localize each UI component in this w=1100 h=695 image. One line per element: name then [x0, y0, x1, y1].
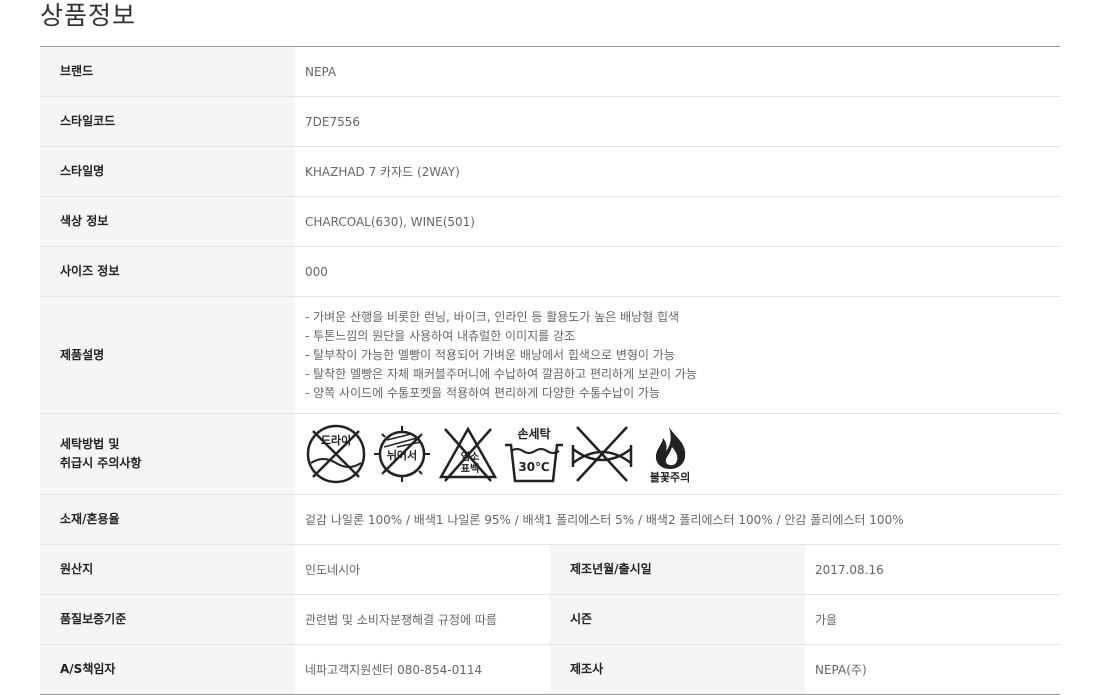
row-label: 스타일명	[40, 146, 295, 197]
row-value: 가을	[805, 594, 1060, 645]
row-label: 제조사	[550, 644, 805, 695]
svg-text:염소: 염소	[461, 451, 479, 463]
table-row-description: 제품설명 - 가벼운 산행을 비롯한 런닝, 바이크, 인라인 등 활용도가 높…	[40, 296, 1060, 414]
table-row-as: A/S책임자 네파고객지원센터 080-854-0114 제조사 NEPA(주)	[40, 644, 1060, 695]
row-label: 색상 정보	[40, 196, 295, 247]
description-line: - 탈착한 멜빵은 자체 패커블주머니에 수납하여 깔끔하고 편리하게 보관이 …	[305, 366, 697, 381]
table-row-style-code: 스타일코드 7DE7556	[40, 96, 1060, 147]
care-label-line: 취급시 주의사항	[60, 456, 142, 470]
table-row-size: 사이즈 정보 000	[40, 246, 1060, 297]
row-label: 제조년월/출시일	[550, 544, 805, 595]
table-row-color: 색상 정보 CHARCOAL(630), WINE(501)	[40, 196, 1060, 247]
row-label: 세탁방법 및 취급시 주의사항	[40, 413, 295, 495]
svg-text:표백: 표백	[461, 462, 479, 475]
no-wring-icon	[571, 426, 633, 482]
table-row-material: 소재/혼용율 겉감 나일론 100% / 배색1 나일론 95% / 배색1 폴…	[40, 494, 1060, 545]
no-tumble-dry-icon: 뉘어서	[374, 426, 430, 482]
care-label-line: 세탁방법 및	[60, 437, 120, 451]
row-label: 품질보증기준	[40, 594, 295, 645]
description-line: - 가벼운 산행을 비롯한 런닝, 바이크, 인라인 등 활용도가 높은 배낭형…	[305, 309, 680, 324]
table-row-style-name: 스타일명 KHAZHAD 7 카자드 (2WAY)	[40, 146, 1060, 197]
table-row-brand: 브랜드 NEPA	[40, 46, 1060, 97]
svg-text:30℃: 30℃	[518, 460, 549, 474]
hand-wash-icon: 손세탁 30℃	[505, 426, 563, 483]
row-label: 사이즈 정보	[40, 246, 295, 297]
row-value: 인도네시아	[295, 544, 550, 595]
table-row-quality: 품질보증기준 관련법 및 소비자분쟁해결 규정에 따름 시즌 가을	[40, 594, 1060, 645]
row-value: KHAZHAD 7 카자드 (2WAY)	[295, 146, 1060, 197]
row-label: A/S책임자	[40, 644, 295, 695]
row-value: 2017.08.16	[805, 544, 1060, 595]
row-value: 7DE7556	[295, 96, 1060, 147]
page-title: 상품정보	[40, 1, 137, 30]
fire-caution-icon: 불꽃주의	[650, 427, 690, 484]
row-label: 스타일코드	[40, 96, 295, 147]
row-value: 000	[295, 246, 1060, 297]
row-value: 네파고객지원센터 080-854-0114	[295, 644, 550, 695]
description-list: - 가벼운 산행을 비롯한 런닝, 바이크, 인라인 등 활용도가 높은 배낭형…	[295, 296, 1060, 414]
no-dry-clean-icon: 드라이	[306, 424, 366, 484]
svg-text:드라이: 드라이	[321, 433, 351, 447]
table-row-care: 세탁방법 및 취급시 주의사항 드라이 뉘어서 염소 표백 손세탁 30℃ 불꽃…	[40, 413, 1060, 495]
row-value: CHARCOAL(630), WINE(501)	[295, 196, 1060, 247]
row-label: 제품설명	[40, 296, 295, 414]
description-line: - 탈부착이 가능한 멜빵이 적용되어 가벼운 배낭에서 힙색으로 변형이 가능	[305, 347, 675, 362]
row-label: 시즌	[550, 594, 805, 645]
svg-text:불꽃주의: 불꽃주의	[650, 470, 690, 484]
product-info-table: 브랜드 NEPA 스타일코드 7DE7556 스타일명 KHAZHAD 7 카자…	[40, 46, 1060, 695]
row-value: NEPA	[295, 46, 1060, 97]
row-value: 관련법 및 소비자분쟁해결 규정에 따름	[295, 594, 550, 645]
svg-text:뉘어서: 뉘어서	[387, 448, 417, 462]
row-value: NEPA(주)	[805, 644, 1060, 695]
svg-text:손세탁: 손세탁	[517, 426, 550, 441]
no-bleach-icon: 염소 표백	[438, 426, 498, 482]
row-label: 브랜드	[40, 46, 295, 97]
description-line: - 투톤느낌의 원단을 사용하여 내츄럴한 이미지를 강조	[305, 328, 576, 343]
row-value: 겉감 나일론 100% / 배색1 나일론 95% / 배색1 폴리에스터 5%…	[295, 494, 1060, 545]
row-label: 원산지	[40, 544, 295, 595]
table-row-origin: 원산지 인도네시아 제조년월/출시일 2017.08.16	[40, 544, 1060, 595]
row-label: 소재/혼용율	[40, 494, 295, 545]
care-icons: 드라이 뉘어서 염소 표백 손세탁 30℃ 불꽃주의	[295, 413, 1060, 495]
description-line: - 양쪽 사이드에 수통포켓을 적용하여 편리하게 다양한 수통수납이 가능	[305, 385, 661, 400]
